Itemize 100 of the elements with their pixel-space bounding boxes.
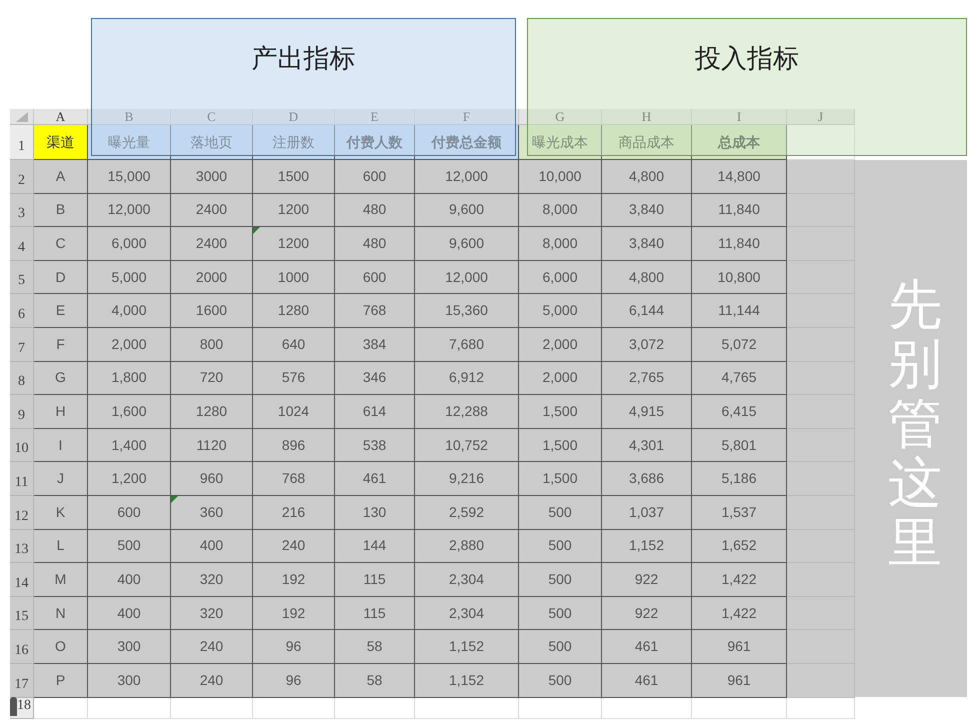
header-cell: 曝光成本: [519, 125, 602, 160]
table-cell: 4,000: [88, 294, 171, 328]
table-cell: 640: [253, 328, 335, 362]
table-cell: 614: [335, 395, 415, 429]
table-cell: 500: [519, 496, 602, 530]
table-cell: L: [34, 530, 88, 564]
column-header[interactable]: A: [34, 109, 88, 125]
table-cell: 3,686: [602, 462, 692, 496]
table-cell: 320: [171, 596, 253, 630]
table-cell: 576: [253, 362, 335, 396]
row-header[interactable]: 5: [10, 260, 34, 294]
empty-cell: [787, 563, 855, 597]
table-cell: 1600: [171, 294, 253, 328]
table-cell: 5,072: [692, 328, 787, 362]
table-cell: 461: [602, 630, 692, 664]
table-cell: 3,072: [602, 328, 692, 362]
table-cell: 9,600: [415, 227, 519, 261]
table-cell: 1,600: [88, 395, 171, 429]
row-header[interactable]: 10: [10, 428, 34, 462]
table-cell: 400: [88, 596, 171, 630]
table-cell: 768: [335, 294, 415, 328]
empty-cell: [787, 664, 855, 698]
table-cell: 58: [335, 630, 415, 664]
table-cell: J: [34, 462, 88, 496]
empty-cell: [787, 294, 855, 328]
table-cell: 5,186: [692, 462, 787, 496]
table-cell: 922: [602, 596, 692, 630]
row-header[interactable]: 3: [10, 194, 34, 228]
table-cell: 600: [88, 496, 171, 530]
table-cell: 1,500: [519, 462, 602, 496]
table-cell: 500: [519, 664, 602, 698]
scroll-handle[interactable]: [10, 696, 17, 716]
table-cell: 192: [253, 596, 335, 630]
table-cell: 6,415: [692, 395, 787, 429]
row-header[interactable]: 14: [10, 563, 34, 597]
empty-cell: [787, 596, 855, 630]
row-header[interactable]: 2: [10, 160, 34, 194]
row-header[interactable]: 18: [17, 694, 31, 716]
table-cell: 2400: [171, 194, 253, 228]
row-header[interactable]: 11: [10, 462, 34, 496]
table-cell: 11,840: [692, 227, 787, 261]
row-header[interactable]: 16: [10, 630, 34, 664]
table-cell: B: [34, 194, 88, 228]
row-header[interactable]: 1: [10, 125, 34, 160]
row-header[interactable]: 12: [10, 496, 34, 530]
table-cell: 2,765: [602, 362, 692, 396]
table-cell: 240: [253, 530, 335, 564]
table-cell: 130: [335, 496, 415, 530]
table-cell: 115: [335, 596, 415, 630]
empty-cell: [787, 496, 855, 530]
table-cell: 2000: [171, 260, 253, 294]
table-cell: 960: [171, 462, 253, 496]
header-cell: 渠道: [34, 125, 88, 160]
empty-cell: [787, 530, 855, 564]
table-cell: 1,200: [88, 462, 171, 496]
table-cell: 5,801: [692, 428, 787, 462]
empty-cell: [787, 428, 855, 462]
table-cell: 922: [602, 563, 692, 597]
row-header[interactable]: 9: [10, 395, 34, 429]
header-cell: 商品成本: [602, 125, 692, 160]
table-cell: 9,216: [415, 462, 519, 496]
table-cell: 600: [335, 260, 415, 294]
table-cell: 58: [335, 664, 415, 698]
table-cell: 12,000: [88, 194, 171, 228]
row-header[interactable]: 13: [10, 530, 34, 564]
table-cell: 15,000: [88, 160, 171, 194]
table-cell: 1000: [253, 260, 335, 294]
table-cell: 4,800: [602, 160, 692, 194]
table-cell: 1,037: [602, 496, 692, 530]
table-cell: 11,144: [692, 294, 787, 328]
table-cell: 1,500: [519, 395, 602, 429]
table-cell: 961: [692, 630, 787, 664]
table-cell: 1200: [253, 227, 335, 261]
table-cell: 14,800: [692, 160, 787, 194]
table-cell: 961: [692, 664, 787, 698]
table-cell: 360: [171, 496, 253, 530]
row-header[interactable]: 15: [10, 596, 34, 630]
empty-cell: [787, 362, 855, 396]
table-cell: 1,152: [602, 530, 692, 564]
table-cell: 1024: [253, 395, 335, 429]
table-cell: 3,840: [602, 227, 692, 261]
table-cell: 4,915: [602, 395, 692, 429]
table-cell: 7,680: [415, 328, 519, 362]
table-cell: 6,912: [415, 362, 519, 396]
row-header[interactable]: 6: [10, 294, 34, 328]
table-cell: 1200: [253, 194, 335, 228]
table-cell: P: [34, 664, 88, 698]
row-header[interactable]: 8: [10, 362, 34, 396]
table-cell: 768: [253, 462, 335, 496]
table-cell: 480: [335, 227, 415, 261]
table-cell: 2400: [171, 227, 253, 261]
table-cell: 2,592: [415, 496, 519, 530]
empty-cell: [787, 328, 855, 362]
table-cell: C: [34, 227, 88, 261]
table-cell: 1280: [171, 395, 253, 429]
table-cell: F: [34, 328, 88, 362]
table-cell: 720: [171, 362, 253, 396]
row-header[interactable]: 4: [10, 227, 34, 261]
row-header[interactable]: 7: [10, 328, 34, 362]
table-cell: 2,000: [519, 362, 602, 396]
